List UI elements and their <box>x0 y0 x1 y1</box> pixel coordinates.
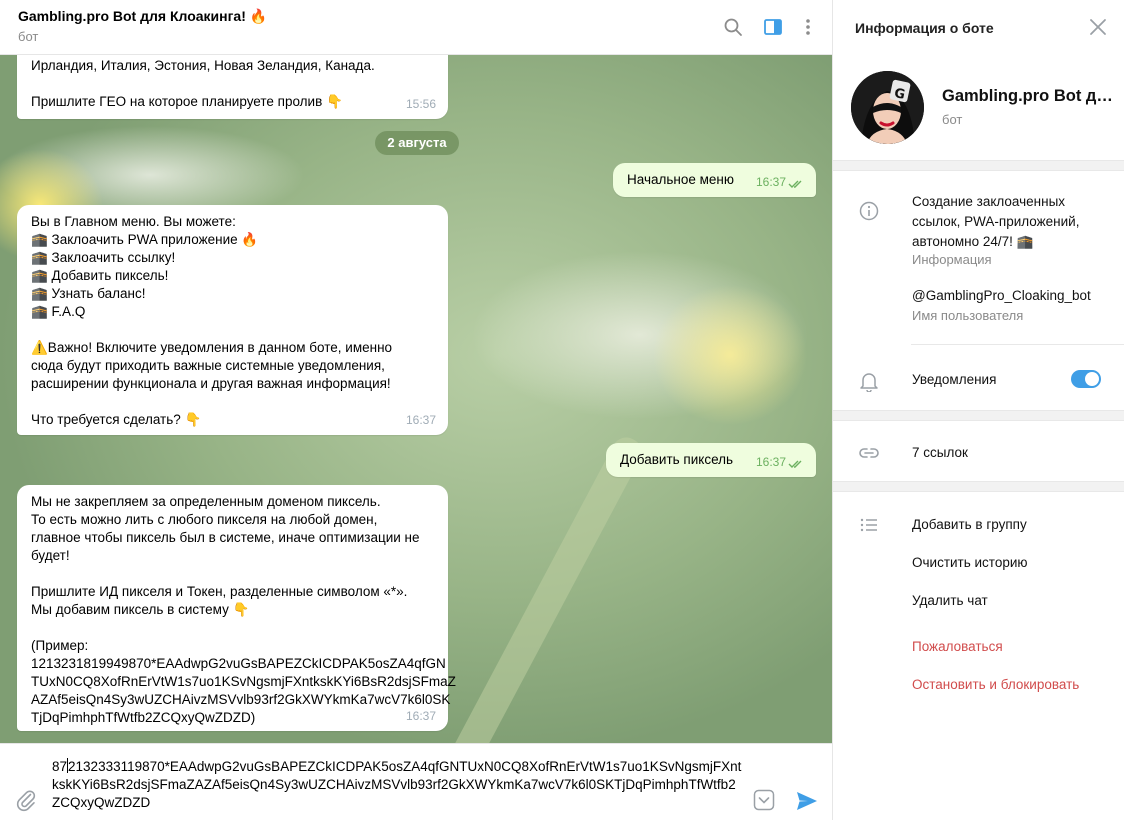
message-text-line: 1213231819949870*EAAdwpG2vuGsBAPEZCkICDP… <box>31 656 446 671</box>
section-divider <box>833 410 1124 421</box>
search-icon[interactable] <box>720 14 746 40</box>
message-text-line: будет! <box>31 548 70 563</box>
message-text-line: AZAf5eisQn4Sy3wUZCHAivzMSVvlb93rf2GkXWYk… <box>31 692 451 707</box>
message-text-line: Мы добавим пиксель в систему 👇 <box>31 602 250 617</box>
bot-description: Создание заклоаченных ссылок, PWA-прилож… <box>912 192 1079 252</box>
message-text-line: TUxN0CQ8XofRnErVtW1s7uo1KSvNgsmjFXntkskK… <box>31 674 456 689</box>
message-text-line: сюда будут приходить важные системные ув… <box>31 358 385 373</box>
message-incoming[interactable]: Мы не закрепляем за определенным доменом… <box>17 485 456 731</box>
bot-description-line: ссылок, PWA-приложений, <box>912 214 1080 229</box>
message-incoming[interactable]: Ирландия, Италия, Эстония, Новая Зеланди… <box>17 55 448 119</box>
panel-title: Информация о боте <box>855 20 994 36</box>
message-text-line <box>31 393 434 411</box>
message-text-line: Мы не закрепляем за определенным доменом… <box>31 494 381 509</box>
close-icon[interactable] <box>1087 16 1109 38</box>
notifications-toggle[interactable] <box>1071 370 1101 388</box>
message-text-line: главное чтобы пиксель был в системе, ина… <box>31 530 420 545</box>
section-divider <box>833 160 1124 171</box>
message-text-line: 🕋 Заклоачить PWA приложение 🔥 <box>31 232 259 247</box>
list-icon <box>857 513 881 537</box>
send-icon[interactable] <box>794 788 820 814</box>
bell-icon <box>857 369 881 393</box>
message-text-line: Пришлите ГЕО на которое планируете проли… <box>31 94 343 109</box>
message-text-line: расширении функционала и другая важная и… <box>31 376 391 391</box>
message-time: 16:37 <box>405 709 436 723</box>
message-text-line: ⚠️Важно! Включите уведомления в данном б… <box>31 340 393 355</box>
message-outgoing[interactable]: Начальное меню 16:37 <box>613 163 816 197</box>
message-text-line: Вы в Главном меню. Вы можете: <box>31 214 236 229</box>
message-input-text: 87 <box>52 759 68 774</box>
username-caption: Имя пользователя <box>912 308 1024 323</box>
message-text-line: 🕋 Заклоачить ссылку! <box>31 250 176 265</box>
message-text-line <box>31 75 434 93</box>
more-menu-icon[interactable] <box>795 14 821 40</box>
shared-links-item[interactable]: 7 ссылок <box>912 445 968 460</box>
message-text-line: Что требуется сделать? 👇 <box>31 412 202 427</box>
message-text-line <box>31 321 434 339</box>
clear-history-button[interactable]: Очистить историю <box>912 555 1028 570</box>
message-list[interactable]: Ирландия, Италия, Эстония, Новая Зеланди… <box>0 55 832 743</box>
message-text-line <box>31 565 434 583</box>
message-text-line: 🕋 F.A.Q <box>31 304 86 319</box>
read-checkmarks-icon <box>788 180 802 188</box>
message-text-line <box>31 619 434 637</box>
message-composer[interactable]: 872132333119870*EAAdwpG2vuGsBAPEZCkICDPA… <box>0 743 832 820</box>
message-incoming[interactable]: Вы в Главном меню. Вы можете: 🕋 Заклоачи… <box>17 205 448 435</box>
chat-header[interactable]: Gambling.pro Bot для Клоакинга! 🔥 бот <box>0 0 832 55</box>
message-text-line: То есть можно лить с любого пикселя на л… <box>31 512 378 527</box>
message-input-text: 2132333119870*EAAdwpG2vuGsBAPEZCkICDPAK5… <box>52 759 742 810</box>
divider <box>911 344 1124 345</box>
message-text-line: Ирландия, Италия, Эстония, Новая Зеланди… <box>31 58 375 73</box>
bot-info-panel: Информация о боте G Gambling.pro Bot для… <box>832 0 1124 820</box>
message-time: 16:37 <box>755 175 786 189</box>
chat-pane: Gambling.pro Bot для Клоакинга! 🔥 бот Ир… <box>0 0 832 820</box>
date-separator: 2 августа <box>375 131 459 155</box>
bot-username[interactable]: @GamblingPro_Cloaking_bot <box>912 286 1091 306</box>
message-text-line: 🕋 Узнать баланс! <box>31 286 146 301</box>
delete-chat-button[interactable]: Удалить чат <box>912 593 988 608</box>
chat-title[interactable]: Gambling.pro Bot для Клоакинга! 🔥 <box>18 8 267 25</box>
message-text-line: Пришлите ИД пикселя и Токен, разделенные… <box>31 584 408 599</box>
link-icon <box>857 441 881 465</box>
section-divider <box>833 481 1124 492</box>
message-input[interactable]: 872132333119870*EAAdwpG2vuGsBAPEZCkICDPA… <box>52 758 742 812</box>
message-outgoing[interactable]: Добавить пиксель 16:37 <box>606 443 816 477</box>
read-checkmarks-icon <box>788 460 802 468</box>
bot-name: Gambling.pro Bot для Клоакинга! 🔥 <box>942 87 1117 105</box>
add-to-group-button[interactable]: Добавить в группу <box>912 517 1027 532</box>
sidebar-toggle-icon[interactable] <box>760 14 786 40</box>
attach-icon[interactable] <box>14 788 38 812</box>
notifications-label: Уведомления <box>912 372 997 387</box>
message-time: 15:56 <box>405 97 436 111</box>
message-time: 16:37 <box>405 413 436 427</box>
info-icon <box>857 199 881 223</box>
message-text-line: (Пример: <box>31 638 89 653</box>
wallpaper-decoration <box>423 432 647 743</box>
bot-description-line: автономно 24/7! 🕋 <box>912 234 1034 249</box>
report-button[interactable]: Пожаловаться <box>912 639 1003 654</box>
message-text-line: 🕋 Добавить пиксель! <box>31 268 169 283</box>
message-time: 16:37 <box>755 455 786 469</box>
bot-type: бот <box>942 112 963 127</box>
bot-description-line: Создание заклоаченных <box>912 194 1066 209</box>
avatar[interactable]: G <box>851 71 924 144</box>
toggle-knob <box>1085 372 1099 386</box>
description-caption: Информация <box>912 252 992 267</box>
message-text-line: TjDqPimhphTfWtfb2ZCQxyQwZDZD) <box>31 710 256 725</box>
bot-commands-icon[interactable] <box>753 789 775 811</box>
chat-subtitle: бот <box>18 29 39 44</box>
stop-and-block-button[interactable]: Остановить и блокировать <box>912 677 1079 692</box>
